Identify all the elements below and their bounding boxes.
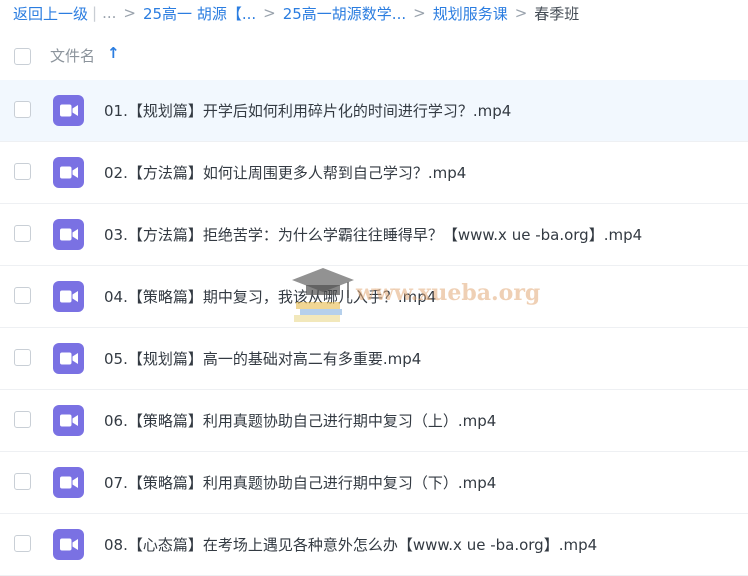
filename-column-header[interactable]: 文件名 xyxy=(50,45,95,66)
file-name[interactable]: 05.【规划篇】高一的基础对高二有多重要.mp4 xyxy=(104,348,421,369)
file-row[interactable]: 08.【心态篇】在考场上遇见各种意外怎么办【www.x ue -ba.org】.… xyxy=(0,514,748,576)
video-camera-icon xyxy=(60,476,78,489)
file-row[interactable]: 05.【规划篇】高一的基础对高二有多重要.mp4 xyxy=(0,328,748,390)
video-file-icon xyxy=(53,219,84,250)
video-file-icon xyxy=(53,281,84,312)
file-row[interactable]: 02.【方法篇】如何让周围更多人帮到自己学习？.mp4 xyxy=(0,142,748,204)
row-checkbox[interactable] xyxy=(14,225,31,242)
row-checkbox[interactable] xyxy=(14,349,31,366)
file-row[interactable]: 04.【策略篇】期中复习，我该从哪儿入手？.mp4 xyxy=(0,266,748,328)
file-row[interactable]: 03.【方法篇】拒绝苦学：为什么学霸往往睡得早？【www.x ue -ba.or… xyxy=(0,204,748,266)
video-camera-icon xyxy=(60,290,78,303)
row-checkbox[interactable] xyxy=(14,163,31,180)
file-name[interactable]: 07.【策略篇】利用真题协助自己进行期中复习（下）.mp4 xyxy=(104,472,496,493)
breadcrumb-current: 春季班 xyxy=(534,4,580,23)
row-checkbox[interactable] xyxy=(14,411,31,428)
video-camera-icon xyxy=(60,538,78,551)
video-file-icon xyxy=(53,95,84,126)
back-link[interactable]: 返回上一级 xyxy=(13,3,88,24)
video-camera-icon xyxy=(60,352,78,365)
breadcrumb: 返回上一级 | ... > 25高一 胡源【... > 25高一胡源数学... … xyxy=(13,0,748,26)
video-camera-icon xyxy=(60,228,78,241)
video-file-icon xyxy=(53,405,84,436)
breadcrumb-ellipsis[interactable]: ... xyxy=(102,4,116,22)
row-checkbox[interactable] xyxy=(14,101,31,118)
chevron-right-icon: > xyxy=(263,4,276,22)
video-file-icon xyxy=(53,529,84,560)
row-checkbox[interactable] xyxy=(14,473,31,490)
breadcrumb-item[interactable]: 25高一胡源数学... xyxy=(283,3,406,24)
video-file-icon xyxy=(53,157,84,188)
file-list: 01.【规划篇】开学后如何利用碎片化的时间进行学习？.mp4 02.【方法篇】如何… xyxy=(0,80,748,576)
breadcrumb-item[interactable]: 25高一 胡源【... xyxy=(143,3,256,24)
breadcrumb-divider: | xyxy=(92,4,98,22)
file-name[interactable]: 02.【方法篇】如何让周围更多人帮到自己学习？.mp4 xyxy=(104,162,466,183)
chevron-right-icon: > xyxy=(514,4,528,22)
arrow-up-icon[interactable]: ↑ xyxy=(107,44,120,62)
file-row[interactable]: 01.【规划篇】开学后如何利用碎片化的时间进行学习？.mp4 xyxy=(0,80,748,142)
video-file-icon xyxy=(53,467,84,498)
video-camera-icon xyxy=(60,166,78,179)
file-name[interactable]: 01.【规划篇】开学后如何利用碎片化的时间进行学习？.mp4 xyxy=(104,100,511,121)
chevron-right-icon: > xyxy=(123,4,136,22)
file-name[interactable]: 06.【策略篇】利用真题协助自己进行期中复习（上）.mp4 xyxy=(104,410,496,431)
table-header: 文件名 ↑ xyxy=(0,36,748,76)
video-file-icon xyxy=(53,343,84,374)
video-camera-icon xyxy=(60,104,78,117)
file-row[interactable]: 06.【策略篇】利用真题协助自己进行期中复习（上）.mp4 xyxy=(0,390,748,452)
row-checkbox[interactable] xyxy=(14,535,31,552)
file-name[interactable]: 03.【方法篇】拒绝苦学：为什么学霸往往睡得早？【www.x ue -ba.or… xyxy=(104,224,642,245)
select-all-checkbox[interactable] xyxy=(14,48,31,65)
video-camera-icon xyxy=(60,414,78,427)
file-name[interactable]: 04.【策略篇】期中复习，我该从哪儿入手？.mp4 xyxy=(104,286,436,307)
breadcrumb-item[interactable]: 规划服务课 xyxy=(433,3,508,24)
file-row[interactable]: 07.【策略篇】利用真题协助自己进行期中复习（下）.mp4 xyxy=(0,452,748,514)
chevron-right-icon: > xyxy=(413,4,426,22)
row-checkbox[interactable] xyxy=(14,287,31,304)
file-name[interactable]: 08.【心态篇】在考场上遇见各种意外怎么办【www.x ue -ba.org】.… xyxy=(104,534,597,555)
